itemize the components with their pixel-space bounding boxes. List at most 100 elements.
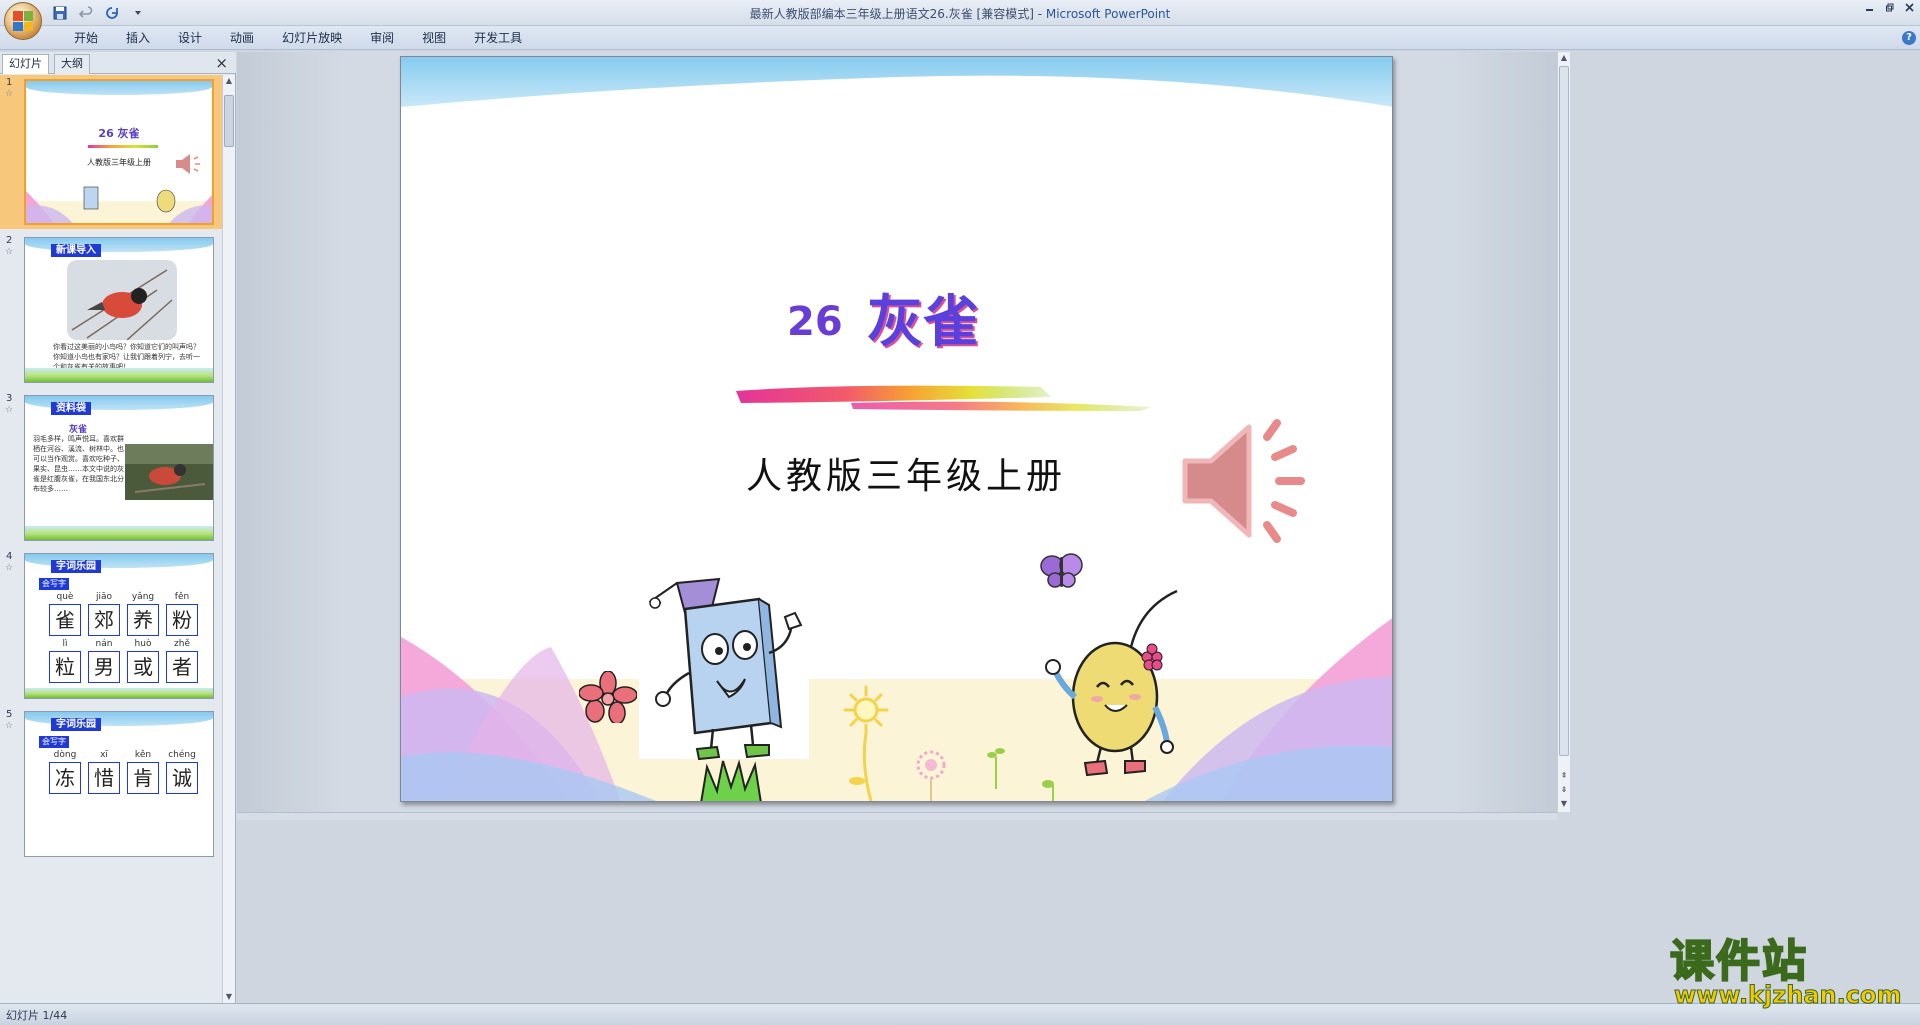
tab-outline[interactable]: 大纲 [54,54,90,74]
tab-design[interactable]: 设计 [164,29,216,47]
slide-subtitle[interactable]: 人教版三年级上册 [746,447,1066,499]
speaker-icon [176,154,200,174]
tab-view[interactable]: 视图 [408,29,460,47]
close-panel-button[interactable]: × [215,54,228,72]
thumb-title: 26 灰雀 [26,125,212,141]
scroll-up-icon[interactable]: ▲ [1558,52,1570,64]
slide-scrollbar[interactable]: ▲ ⇞ ⇟ ▼ [1557,52,1570,812]
slide-number: 4 [6,551,13,562]
watermark-url: www.kjzhan.com [1673,981,1902,1010]
character-box: 郊 [88,604,120,636]
character-box: 者 [166,651,198,683]
flower-icon [579,671,637,723]
tab-review[interactable]: 审阅 [356,29,408,47]
tab-developer[interactable]: 开发工具 [460,29,536,47]
slide-thumbnail-4[interactable]: 字词乐园 会写字 què jiāo yǎng fěn 雀 郊 养 粉 lì ná… [24,553,214,699]
thumb-badge: 会写字 [39,578,69,590]
character-box: 惜 [88,762,120,794]
slide-number: 2 [6,235,13,246]
character-box: 肯 [127,762,159,794]
thumbnails-scrollbar[interactable]: ▲ ▼ [222,75,235,1003]
help-button[interactable]: ? [1902,31,1916,45]
character-box: 养 [127,604,159,636]
minimize-button[interactable] [1862,2,1876,12]
character-box: 雀 [49,604,81,636]
window-title: 最新人教版部编本三年级上册语文26.灰雀 [兼容模式] - Microsoft … [0,5,1920,22]
minimize-icon [1865,8,1873,11]
office-button[interactable] [4,2,42,40]
thumb-grass [25,688,213,698]
close-button[interactable] [1902,2,1916,12]
tab-insert[interactable]: 插入 [112,29,164,47]
restore-button[interactable] [1882,2,1896,12]
title-bar: 最新人教版部编本三年级上册语文26.灰雀 [兼容模式] - Microsoft … [0,0,1920,40]
pinyin: nán [95,639,113,649]
thumb-top-band [26,81,212,95]
character-box: 或 [127,651,159,683]
slide-number: 3 [6,393,13,404]
notes-pane[interactable] [237,812,1557,820]
sprout-icon [987,748,1005,789]
slide-thumbnail-5[interactable]: 字词乐园 会写字 dòng xī kěn chéng 冻 惜 肯 诚 [24,711,214,857]
previous-slide-icon[interactable]: ⇞ [1558,770,1570,782]
scroll-up-icon[interactable]: ▲ [223,75,235,87]
tab-home[interactable]: 开始 [60,29,112,47]
next-slide-icon[interactable]: ⇟ [1558,784,1570,796]
character-box: 冻 [49,762,81,794]
tab-animations[interactable]: 动画 [216,29,268,47]
pinyin: lì [62,639,68,649]
thumb-header: 字词乐园 [51,718,101,731]
slide-thumbnail-3[interactable]: 资料袋 灰雀 羽毛多样，鸣声悦耳。喜欢群栖在河谷、溪流、树林中。也可以当作观赏。… [24,395,214,541]
close-icon [1904,2,1914,12]
pinyin: zhě [174,639,190,649]
butterfly-icon [1040,553,1083,588]
slide-counter: 幻灯片 1/44 [6,1009,68,1022]
scroll-down-icon[interactable]: ▼ [1558,798,1570,810]
thumbnail-row-2[interactable]: 2 ☆ 新课导入 你看过这美丽的小鸟吗？你知道它们的叫声吗？你知道小鸟也有家吗？… [0,233,222,387]
thumb-body-text: 羽毛多样，鸣声悦耳。喜欢群栖在河谷、溪流、树林中。也可以当作观赏。喜欢吃种子、果… [33,435,124,493]
restore-icon [1885,3,1893,11]
slide-editing-area: 26 灰雀 人教版三年级上册 [237,52,1557,812]
speaker-icon[interactable] [1181,417,1317,545]
bird-photo [125,444,213,500]
current-slide[interactable]: 26 灰雀 人教版三年级上册 [400,56,1393,802]
scroll-thumb[interactable] [1559,66,1569,756]
slide-number: 5 [6,709,13,720]
slides-panel: 幻灯片 大纲 × 1 ☆ 26 灰雀 人教版三年级上册 2 ☆ 新课导入 你看过… [0,52,236,1003]
thumb-header: 新课导入 [51,244,101,257]
tab-slides[interactable]: 幻灯片 [2,54,49,74]
watermark-text: 课件站 [1669,935,1808,988]
thumbnail-row-4[interactable]: 4 ☆ 字词乐园 会写字 què jiāo yǎng fěn 雀 郊 养 粉 l… [0,549,222,703]
help-icon: ? [1906,32,1912,43]
ribbon-tab-bar: 开始 插入 设计 动画 幻灯片放映 审阅 视图 开发工具 ? [0,26,1920,50]
pinyin: yǎng [131,592,155,602]
thumb-header: 字词乐园 [51,560,101,573]
thumb-title-text: 26 灰雀 [98,127,140,140]
thumbnail-row-1[interactable]: 1 ☆ 26 灰雀 人教版三年级上册 [0,75,222,229]
thumb-brush-stroke [88,145,158,148]
pinyin: kěn [134,750,152,760]
scroll-down-icon[interactable]: ▼ [223,991,235,1003]
scroll-thumb[interactable] [224,95,234,147]
thumb-badge: 会写字 [39,736,69,748]
character-box: 诚 [166,762,198,794]
top-sky-band [401,57,1392,107]
thumbnail-row-5[interactable]: 5 ☆ 字词乐园 会写字 dòng xī kěn chéng 冻 惜 肯 诚 [0,707,222,861]
thumbnail-row-3[interactable]: 3 ☆ 资料袋 灰雀 羽毛多样，鸣声悦耳。喜欢群栖在河谷、溪流、树林中。也可以当… [0,391,222,545]
slide-number: 1 [6,77,13,88]
pinyin: xī [100,750,108,760]
tab-slideshow[interactable]: 幻灯片放映 [268,29,356,47]
thumb-petals-decoration [26,186,212,223]
panel-tabs: 幻灯片 大纲 × [0,52,236,74]
slide-title[interactable]: 26 灰雀 [787,277,1027,355]
thumb-grass [25,526,213,540]
pink-flower-icon [916,750,946,801]
pinyin: chéng [168,750,196,760]
sprout-icon [1042,780,1054,801]
slide-thumbnails: 1 ☆ 26 灰雀 人教版三年级上册 2 ☆ 新课导入 你看过这美丽的小鸟吗？你… [0,75,222,1003]
slide-thumbnail-1[interactable]: 26 灰雀 人教版三年级上册 [24,79,214,225]
pinyin: jiāo [95,592,113,602]
character-box: 粉 [166,604,198,636]
slide-thumbnail-2[interactable]: 新课导入 你看过这美丽的小鸟吗？你知道它们的叫声吗？你知道小鸟也有家吗？让我们跟… [24,237,214,383]
document-title: 最新人教版部编本三年级上册语文26.灰雀 [兼容模式] - [749,7,1046,21]
